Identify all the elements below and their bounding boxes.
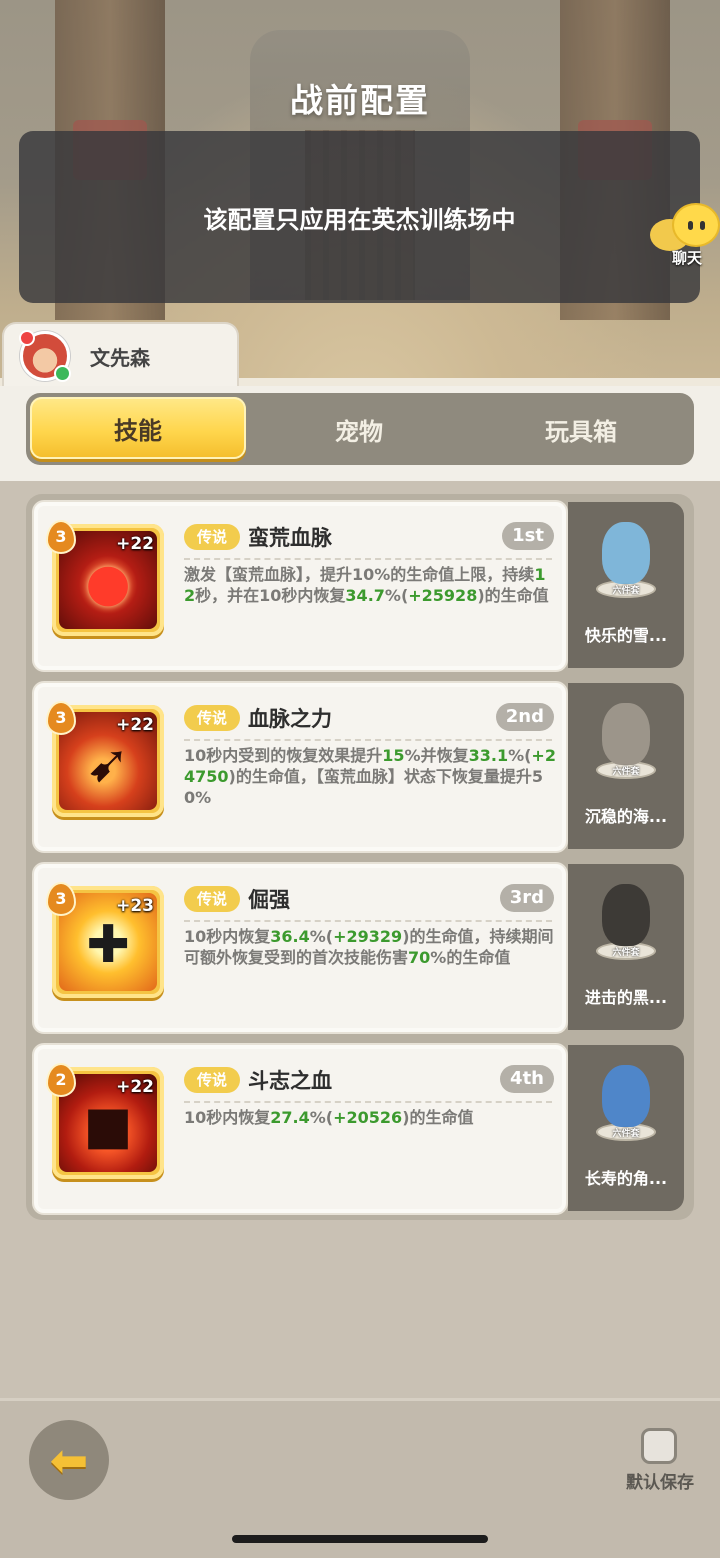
skill-name: 斗志之血 — [248, 1069, 332, 1093]
pet-name: 沉稳的海... — [584, 807, 668, 826]
skill-name: 蛮荒血脉 — [248, 526, 332, 550]
rarity-badge: 传说 — [184, 1067, 240, 1093]
skill-level-badge: 2 — [46, 1063, 76, 1097]
skill-icon-frame: ● +22 3 — [46, 520, 164, 636]
skill-name: 倔强 — [248, 888, 290, 912]
skill-description: 10秒内恢复36.4%(+29329)的生命值，持续期间可额外恢复受到的首次技能… — [184, 927, 554, 967]
tab-bar: 宠物 玩具箱 技能 — [26, 393, 694, 465]
skill-icon-frame: ■ +22 2 — [46, 1063, 164, 1179]
divider — [184, 558, 552, 560]
pet-figure-icon: 六件套 — [590, 695, 662, 779]
tab-skills[interactable]: 技能 — [30, 397, 246, 459]
skill-rank-badge: 1st — [502, 522, 554, 550]
skill-level-badge: 3 — [46, 520, 76, 554]
pet-card[interactable]: 六件套 沉稳的海... — [568, 683, 684, 849]
skill-icon-frame: ➹ +22 3 — [46, 701, 164, 817]
rarity-badge: 传说 — [184, 524, 240, 550]
skill-description: 10秒内受到的恢复效果提升15%并恢复33.1%(+24750)的生命值，【蛮荒… — [184, 746, 556, 807]
skill-bonus: +22 — [116, 1077, 154, 1097]
bottom-bar — [0, 1398, 720, 1558]
pet-card[interactable]: 六件套 快乐的雪... — [568, 502, 684, 668]
pet-set-label: 六件套 — [612, 1129, 640, 1139]
config-notice-panel: 该配置只应用在英杰训练场中 — [19, 131, 700, 303]
pet-card[interactable]: 六件套 长寿的角... — [568, 1045, 684, 1211]
back-button[interactable]: ⬅ — [29, 1420, 109, 1500]
pet-figure-icon: 六件套 — [590, 514, 662, 598]
tab-bar-area: 宠物 玩具箱 技能 — [0, 386, 720, 481]
online-status-icon — [54, 365, 71, 382]
tab-pets[interactable]: 宠物 — [248, 393, 470, 465]
skill-icon-frame: ✚ +23 3 — [46, 882, 164, 998]
default-save-label: 默认保存 — [626, 1473, 694, 1493]
rarity-badge: 传说 — [184, 705, 240, 731]
rarity-badge: 传说 — [184, 886, 240, 912]
pet-figure-icon: 六件套 — [590, 1057, 662, 1141]
divider — [184, 920, 552, 922]
skill-name: 血脉之力 — [248, 707, 332, 731]
default-save-checkbox[interactable]: 默认保存 — [620, 1428, 700, 1498]
skill-description: 激发【蛮荒血脉】，提升10%的生命值上限，持续12秒，并在10秒内恢复34.7%… — [184, 565, 549, 605]
config-notice-text: 该配置只应用在英杰训练场中 — [203, 205, 516, 234]
skill-card[interactable]: ■ +22 2 传说 斗志之血 4th 10秒内恢复27.4%(+20526)的… — [32, 1043, 568, 1215]
pet-card[interactable]: 六件套 进击的黑... — [568, 864, 684, 1030]
pet-name: 进击的黑... — [584, 988, 668, 1007]
home-indicator[interactable] — [232, 1535, 488, 1543]
chat-button[interactable]: 聊天 — [650, 203, 720, 273]
checkbox-icon[interactable] — [641, 1428, 677, 1464]
skill-card[interactable]: ● +22 3 传说 蛮荒血脉 1st 激发【蛮荒血脉】，提升10%的生命值上限… — [32, 500, 568, 672]
chat-label: 聊天 — [671, 249, 702, 267]
skill-bonus: +22 — [116, 715, 154, 735]
back-arrow-icon: ⬅ — [49, 1433, 89, 1487]
chat-face-icon — [672, 203, 720, 247]
page-title: 战前配置 — [290, 81, 430, 120]
skill-level-badge: 3 — [46, 882, 76, 916]
skill-description: 10秒内恢复27.4%(+20526)的生命值 — [184, 1108, 474, 1127]
player-name: 文先森 — [90, 346, 150, 370]
pet-figure-icon: 六件套 — [590, 876, 662, 960]
skill-card[interactable]: ➹ +22 3 传说 血脉之力 2nd 10秒内受到的恢复效果提升15%并恢复3… — [32, 681, 568, 853]
pet-set-label: 六件套 — [612, 767, 640, 777]
skill-bonus: +23 — [116, 896, 154, 916]
pet-set-label: 六件套 — [612, 948, 640, 958]
avatar-badge-icon — [19, 330, 35, 346]
pet-name: 长寿的角... — [584, 1169, 668, 1188]
divider — [184, 739, 552, 741]
tab-toybox[interactable]: 玩具箱 — [470, 393, 692, 465]
player-tab[interactable]: 文先森 — [2, 322, 239, 386]
pet-set-label: 六件套 — [612, 586, 640, 596]
skill-list[interactable]: ● +22 3 传说 蛮荒血脉 1st 激发【蛮荒血脉】，提升10%的生命值上限… — [26, 494, 694, 1220]
avatar[interactable] — [19, 330, 71, 382]
skill-card[interactable]: ✚ +23 3 传说 倔强 3rd 10秒内恢复36.4%(+29329)的生命… — [32, 862, 568, 1034]
skill-bonus: +22 — [116, 534, 154, 554]
pet-name: 快乐的雪... — [584, 626, 668, 645]
divider — [184, 1101, 552, 1103]
skill-rank-badge: 3rd — [499, 884, 554, 912]
skill-rank-badge: 4th — [500, 1065, 554, 1093]
skill-rank-badge: 2nd — [495, 703, 554, 731]
skill-level-badge: 3 — [46, 701, 76, 735]
